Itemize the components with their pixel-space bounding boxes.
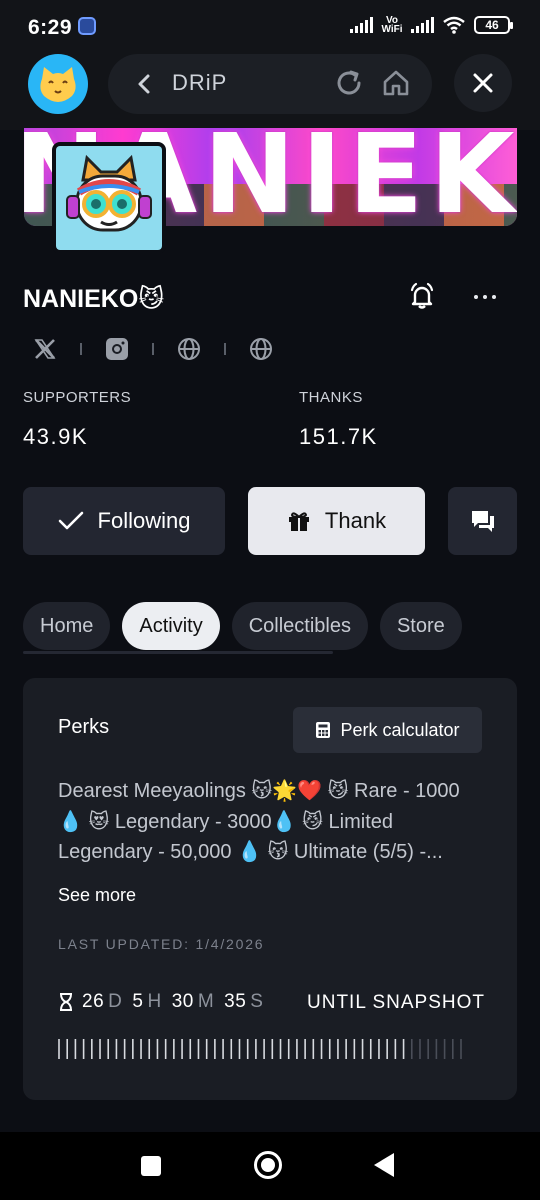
battery-icon: 46	[474, 16, 513, 34]
calculator-icon	[316, 722, 331, 738]
cat-robot-avatar-icon	[66, 154, 152, 232]
tabs-fade	[482, 600, 518, 652]
countdown-days-unit: D	[108, 991, 123, 1012]
close-button[interactable]	[454, 54, 512, 112]
signal-icon	[350, 17, 373, 33]
perks-description: Dearest Meeyaolings 😽🌟❤️ 😼 Rare - 1000 💧…	[58, 780, 460, 863]
checkmark-icon	[58, 511, 83, 530]
profile-avatar-image	[56, 146, 162, 250]
page-title: DRiP	[172, 70, 228, 95]
status-indicators: Vo WiFi 46	[350, 15, 513, 35]
signal-icon-2	[411, 17, 434, 33]
app-avatar[interactable]	[28, 54, 88, 114]
profile-name: NANIEKO😼	[23, 285, 165, 313]
thanks-label: THANKS	[299, 389, 363, 406]
countdown-progress-ticks	[58, 1039, 462, 1059]
globe-icon[interactable]	[246, 334, 276, 364]
battery-level: 46	[485, 18, 499, 32]
social-links	[30, 334, 276, 364]
wifi-icon	[443, 16, 465, 34]
thanks-count: 151.7K	[299, 424, 378, 449]
supporters-label: SUPPORTERS	[23, 389, 132, 406]
perks-title: Perks	[58, 716, 110, 738]
countdown-seconds-unit: S	[250, 991, 264, 1012]
until-snapshot-label: UNTIL SNAPSHOT	[307, 992, 485, 1013]
x-icon[interactable]	[30, 334, 60, 364]
following-label: Following	[97, 508, 191, 533]
divider	[224, 343, 226, 355]
supporters-count: 43.9K	[23, 424, 88, 449]
tab-store[interactable]: Store	[379, 602, 462, 650]
home-icon[interactable]	[381, 68, 411, 98]
chat-icon	[471, 511, 494, 532]
last-updated: LAST UPDATED: 1/4/2026	[58, 936, 265, 952]
perk-calculator-button[interactable]: Perk calculator	[293, 707, 482, 753]
profile-avatar[interactable]	[52, 142, 166, 254]
tab-home[interactable]: Home	[23, 602, 111, 650]
countdown-minutes: 30	[171, 991, 194, 1012]
chat-button[interactable]	[448, 487, 517, 555]
divider	[152, 343, 154, 355]
thank-button[interactable]: Thank	[248, 487, 425, 555]
reload-icon[interactable]	[334, 68, 364, 98]
thank-label: Thank	[324, 508, 387, 533]
gift-icon	[288, 512, 309, 531]
following-button[interactable]: Following	[23, 487, 225, 555]
recents-button[interactable]	[141, 1156, 161, 1176]
countdown-minutes-unit: M	[197, 991, 215, 1012]
tab-activity[interactable]: Activity	[122, 602, 220, 650]
instagram-icon[interactable]	[102, 334, 132, 364]
countdown-hours-unit: H	[147, 991, 162, 1012]
close-icon	[473, 73, 493, 93]
notification-app-icon	[78, 17, 96, 35]
countdown-seconds: 35	[224, 991, 247, 1012]
more-options-icon[interactable]	[472, 294, 498, 300]
bell-icon[interactable]	[408, 282, 436, 310]
countdown-days: 26	[82, 991, 105, 1012]
tab-collectibles[interactable]: Collectibles	[231, 602, 368, 650]
see-more-link[interactable]: See more	[58, 885, 136, 906]
divider	[80, 343, 82, 355]
cat-face-icon	[40, 67, 76, 102]
back-button[interactable]	[374, 1153, 394, 1177]
snapshot-countdown: 26 D 5H 30 M 35 S	[58, 991, 273, 1013]
home-button[interactable]	[254, 1151, 282, 1179]
countdown-hours: 5	[132, 991, 144, 1012]
chevron-left-icon[interactable]	[134, 70, 154, 98]
vowifi-label: Vo WiFi	[381, 15, 403, 35]
tab-scroll-indicator	[23, 651, 333, 654]
hourglass-icon	[60, 993, 72, 1011]
status-time: 6:29	[28, 16, 73, 39]
perk-calculator-label: Perk calculator	[340, 719, 460, 740]
profile-tabs: Home Activity Collectibles Store	[23, 602, 462, 650]
globe-icon[interactable]	[174, 334, 204, 364]
